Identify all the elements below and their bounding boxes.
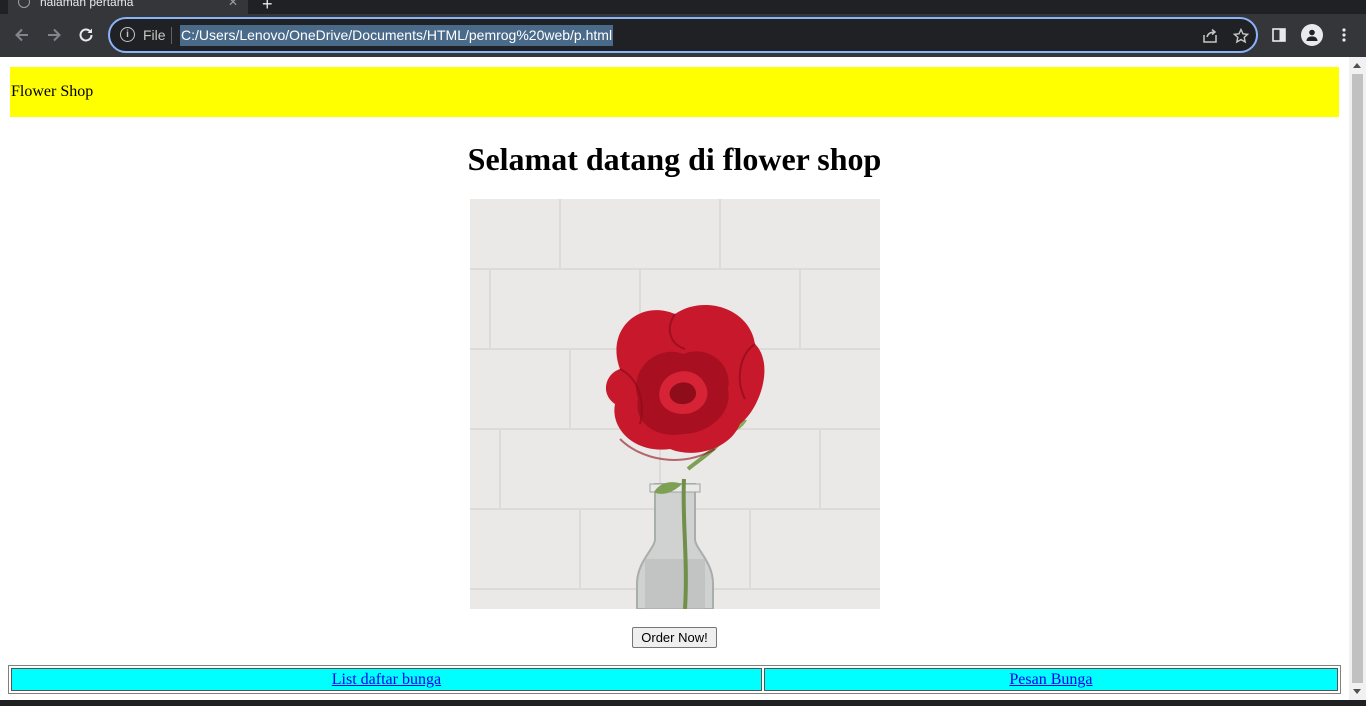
order-now-button[interactable]: Order Now! — [632, 627, 717, 648]
reload-icon — [79, 28, 93, 42]
nav-cell-order: Pesan Bunga — [763, 668, 1338, 691]
tab-strip: halaman pertama ✕ + — [0, 0, 1366, 14]
tab-close-icon[interactable]: ✕ — [228, 0, 238, 9]
tab-title: halaman pertama — [40, 0, 134, 9]
site-header: Flower Shop — [10, 67, 1339, 117]
reload-button[interactable] — [73, 22, 99, 48]
browser-toolbar: i File C:/Users/Lenovo/OneDrive/Document… — [0, 14, 1366, 57]
rose-image — [470, 199, 880, 609]
side-panel-icon[interactable] — [1269, 25, 1289, 45]
bookmark-star-icon[interactable] — [1231, 26, 1251, 46]
url-text[interactable]: C:/Users/Lenovo/OneDrive/Documents/HTML/… — [180, 25, 614, 46]
site-header-text: Flower Shop — [11, 83, 94, 100]
address-bar[interactable]: i File C:/Users/Lenovo/OneDrive/Document… — [108, 17, 1258, 53]
scrollbar-thumb[interactable] — [1352, 74, 1363, 683]
forward-arrow-icon — [48, 28, 61, 42]
scheme-label: File — [143, 27, 166, 43]
browser-tab[interactable]: halaman pertama ✕ — [8, 0, 248, 14]
menu-kebab-icon[interactable] — [1334, 25, 1354, 45]
page-viewport: Flower Shop Selamat datang di flower sho… — [0, 57, 1349, 700]
nav-cell-list: List daftar bunga — [11, 668, 762, 691]
divider — [171, 27, 172, 44]
profile-avatar-icon[interactable] — [1301, 24, 1323, 46]
back-arrow-icon — [15, 28, 28, 42]
scroll-down-icon[interactable] — [1353, 689, 1361, 694]
nav-table: List daftar bunga Pesan Bunga — [8, 665, 1341, 694]
share-icon[interactable] — [1200, 26, 1220, 46]
scroll-up-icon[interactable] — [1353, 63, 1361, 68]
new-tab-icon[interactable]: + — [262, 0, 273, 15]
page-info-icon — [18, 0, 30, 8]
back-button[interactable] — [9, 22, 35, 48]
forward-button[interactable] — [41, 22, 67, 48]
site-info-icon[interactable]: i — [120, 27, 135, 42]
list-flowers-link[interactable]: List daftar bunga — [332, 671, 441, 688]
page-title: Selamat datang di flower shop — [467, 141, 882, 177]
taskbar-edge — [0, 700, 1366, 706]
vertical-scrollbar[interactable] — [1349, 57, 1366, 700]
order-flowers-link[interactable]: Pesan Bunga — [1009, 671, 1092, 688]
